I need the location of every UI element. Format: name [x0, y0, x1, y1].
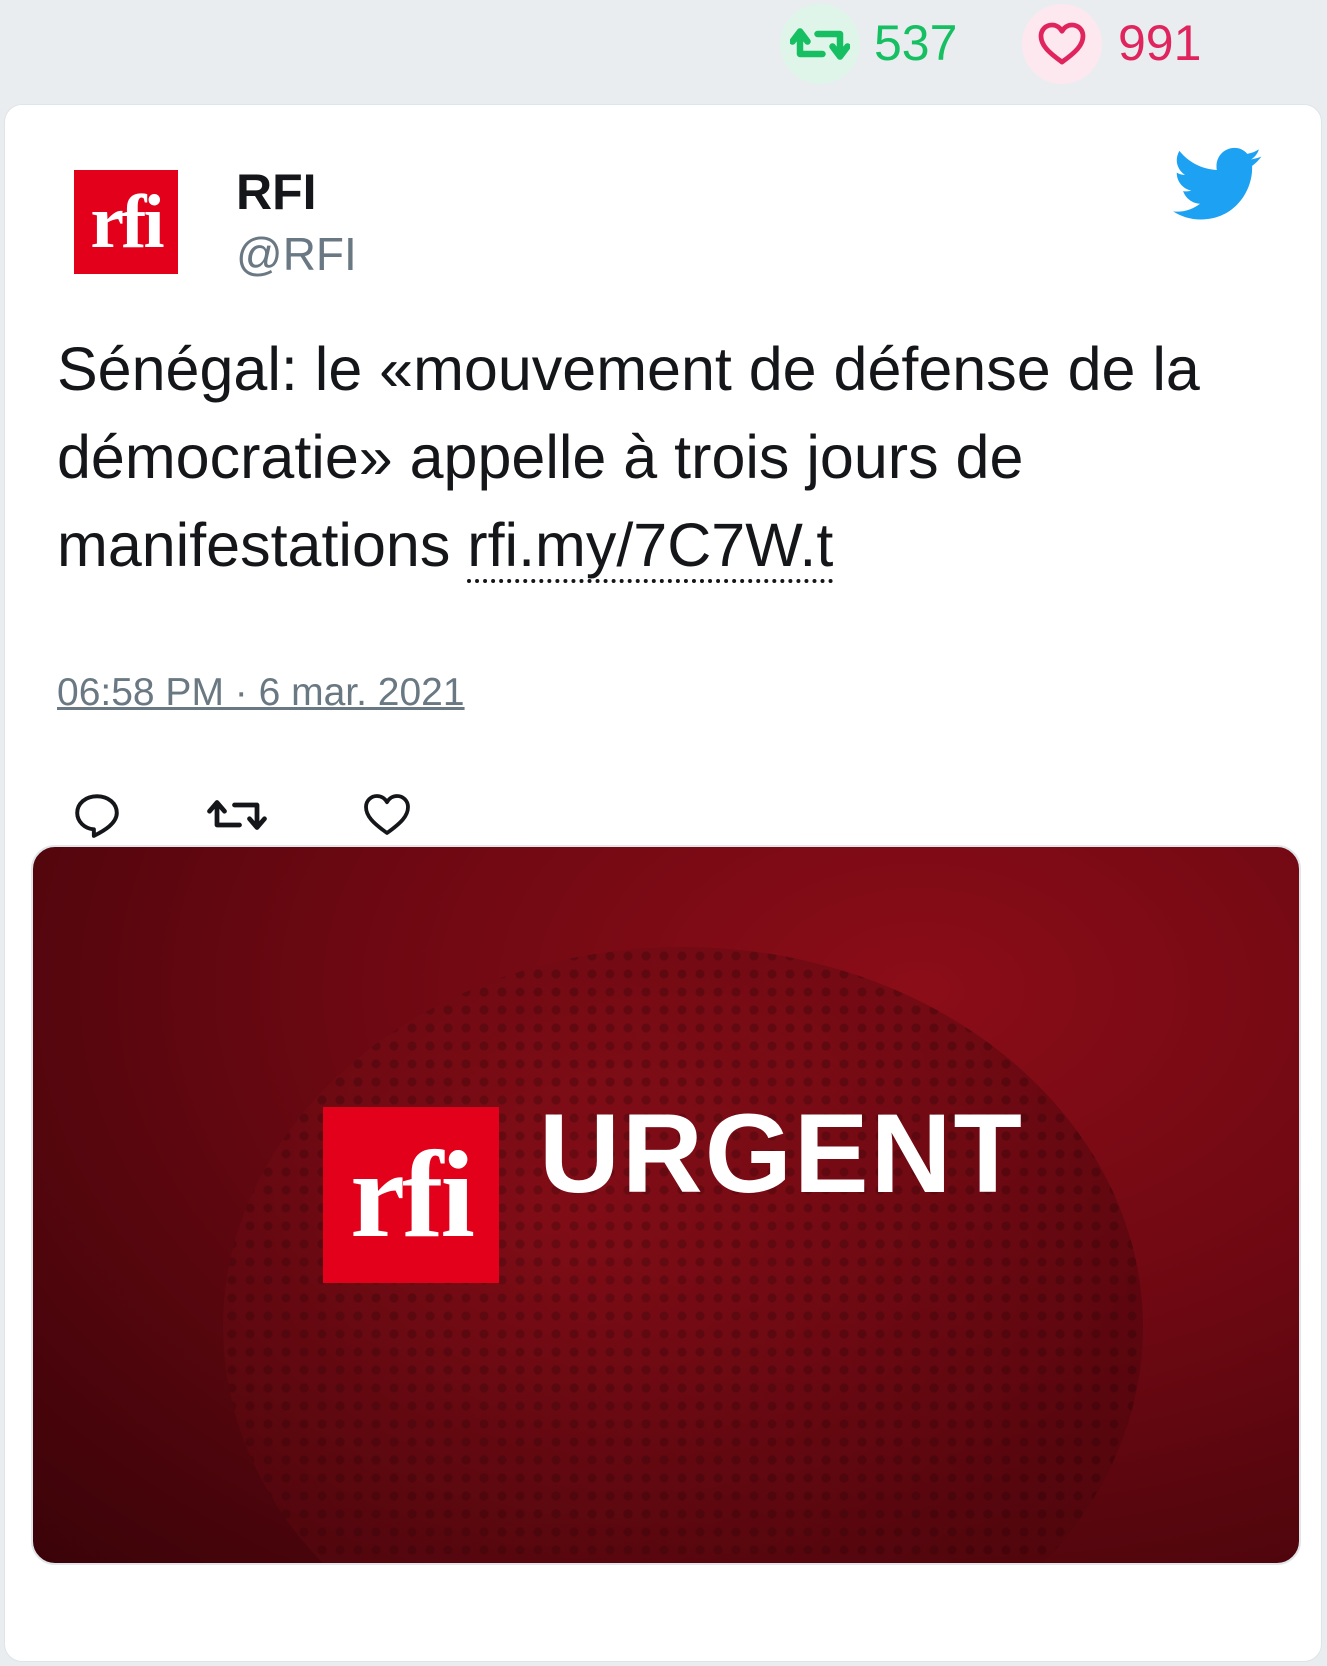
heart-icon [1038, 22, 1086, 65]
rfi-logo: rfi [74, 170, 178, 274]
reply-button[interactable] [67, 785, 127, 845]
reply-icon [75, 794, 119, 838]
media-rfi-logo: rfi [323, 1107, 499, 1283]
tweet-card: rfi RFI @RFI Sénégal: le «mouvement de d… [4, 104, 1322, 1662]
author-name[interactable]: RFI [236, 163, 317, 221]
retweet-icon [790, 28, 850, 60]
media-headline: URGENT [539, 1091, 1024, 1216]
retweet-button[interactable] [207, 785, 267, 845]
tweet-media-image[interactable]: rfi URGENT [31, 845, 1301, 1565]
avatar[interactable]: rfi [61, 157, 191, 287]
tweet-text: Sénégal: le «mouvement de défense de la … [57, 325, 1277, 589]
author-handle[interactable]: @RFI [236, 227, 357, 281]
tweet-link[interactable]: rfi.my/7C7W.t [467, 511, 834, 583]
media-logo-text: rfi [350, 1126, 475, 1263]
retweet-stat-button[interactable] [780, 4, 860, 84]
engagement-stats: 537 991 [0, 0, 1327, 86]
like-icon [364, 794, 410, 835]
twitter-bird-icon[interactable] [1173, 147, 1263, 228]
retweet-count: 537 [874, 15, 958, 71]
tweet-timestamp[interactable]: 06:58 PM · 6 mar. 2021 [57, 671, 465, 715]
like-stat-button[interactable] [1022, 4, 1102, 84]
like-count: 991 [1118, 15, 1202, 71]
avatar-logo-text: rfi [90, 179, 164, 264]
retweet-icon [207, 800, 267, 830]
like-button[interactable] [357, 785, 417, 845]
